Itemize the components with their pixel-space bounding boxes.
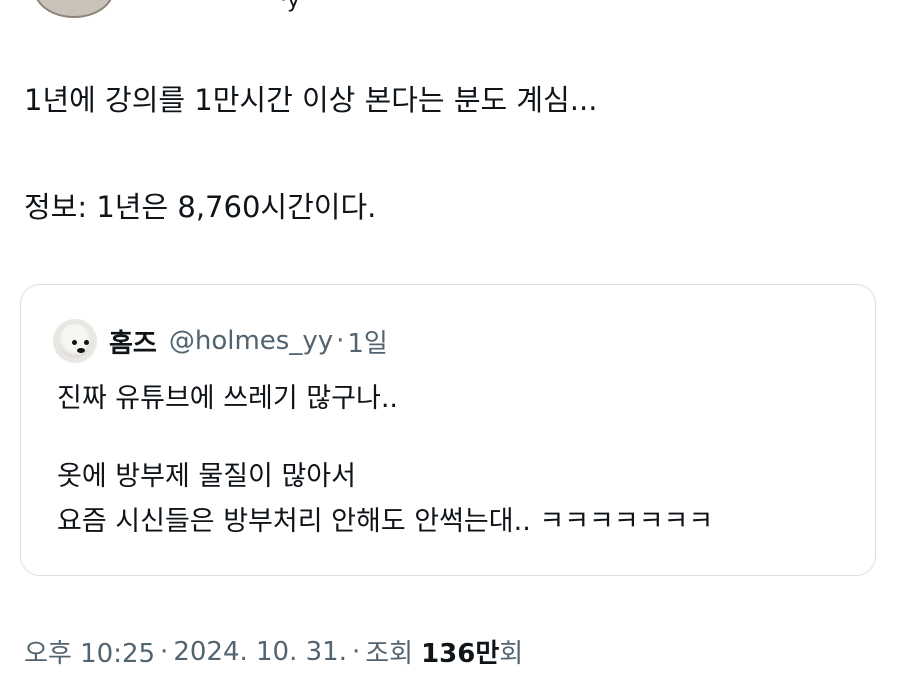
separator-dot: ·	[351, 636, 361, 667]
quoted-author-avatar[interactable]	[53, 319, 97, 363]
tweet-time[interactable]: 오후 10:25	[24, 633, 155, 670]
quoted-tweet-time[interactable]: 1일	[347, 323, 387, 360]
quoted-tweet-text-line: 옷에 방부제 물질이 많아서	[57, 461, 356, 492]
author-name-fragment[interactable]: ·y	[280, 0, 300, 13]
tweet-text-line: 정보: 1년은 8,760시간이다.	[24, 190, 377, 224]
views-label: 조회	[365, 639, 414, 669]
separator-dot: ·	[336, 326, 345, 356]
seal-face-icon	[59, 324, 91, 358]
seal-nose	[77, 348, 85, 353]
views-suffix: 회	[499, 639, 524, 669]
quoted-tweet-header: 홈즈 @holmes_yy · 1일	[53, 319, 388, 363]
tweet-text-line: 1년에 강의를 1만시간 이상 본다는 분도 계심...	[24, 83, 598, 117]
quoted-tweet-text-line: 요즘 시신들은 방부처리 안해도 안썩는대.. ㅋㅋㅋㅋㅋㅋㅋ	[57, 506, 714, 537]
seal-eye	[84, 340, 89, 345]
seal-eye	[72, 340, 77, 345]
quoted-author-name[interactable]: 홈즈	[109, 323, 157, 360]
author-avatar[interactable]	[34, 0, 114, 18]
tweet-date[interactable]: 2024. 10. 31.	[173, 637, 347, 667]
quoted-tweet-card[interactable]: 홈즈 @holmes_yy · 1일 진짜 유튜브에 쓰레기 많구나.. 옷에 …	[20, 284, 876, 576]
quoted-author-handle[interactable]: @holmes_yy	[169, 326, 333, 356]
quoted-tweet-text-line: 진짜 유튜브에 쓰레기 많구나..	[57, 383, 398, 414]
views-count[interactable]: 136만	[421, 633, 499, 670]
separator-dot: ·	[160, 636, 169, 667]
tweet-meta: 오후 10:25 · 2024. 10. 31. · 조회 136만 회	[24, 633, 523, 670]
